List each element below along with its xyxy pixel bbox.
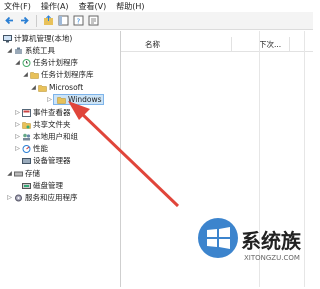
arrow-shaft	[78, 110, 180, 208]
site-watermark: 系统族 XITONGZU.COM	[196, 206, 313, 287]
watermark-url: XITONGZU.COM	[244, 254, 300, 262]
watermark-brand: 系统族	[241, 229, 302, 253]
watermark-logo: 系统族 XITONGZU.COM	[198, 218, 302, 262]
